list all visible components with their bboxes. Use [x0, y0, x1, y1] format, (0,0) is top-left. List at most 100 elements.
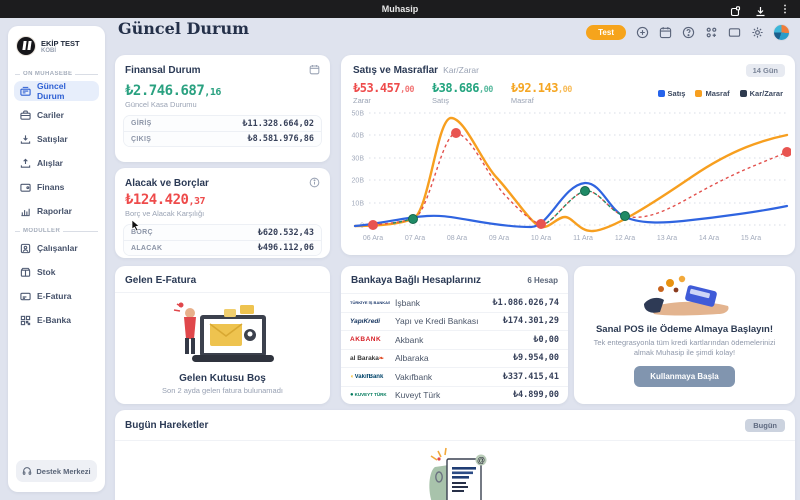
download-icon[interactable] [755, 4, 766, 16]
efatura-title: Gelen E-Fatura [125, 275, 197, 286]
svg-text:08 Ara: 08 Ara [447, 235, 467, 242]
bank-row-kuveytturk[interactable]: KUVEYT TÜRK Kuveyt Türk ₺4.899,00 [341, 385, 568, 405]
stat-zarar: ₺53.457,00 Zarar [353, 81, 414, 105]
svg-text:12 Ara: 12 Ara [615, 235, 635, 242]
svg-text:20B: 20B [352, 178, 365, 185]
calendar-icon[interactable] [658, 26, 672, 40]
bank-row-akbank[interactable]: AKBANK Akbank ₺0,00 [341, 330, 568, 349]
legend-satis[interactable]: Satış [657, 89, 685, 98]
org-logo [16, 36, 36, 56]
bank-row-vakifbank[interactable]: VakıfBank Vakıfbank ₺337.415,41 [341, 367, 568, 386]
card-satis-masraflar: Satış ve Masraflar Kar/Zarar 14 Gün ₺53.… [341, 55, 795, 255]
pos-cta-button[interactable]: Kullanmaya Başla [634, 366, 735, 388]
bank-title: Bankaya Bağlı Hesaplarınız [351, 275, 482, 286]
org-name: EKİP TEST [41, 38, 80, 48]
chart-legend: Satış Masraf Kar/Zarar [657, 81, 783, 98]
pos-title: Sanal POS ile Ödeme Almaya Başlayın! [595, 324, 774, 335]
sidebar-item-alislar[interactable]: Alışlar [14, 153, 99, 173]
qr-grid-icon [20, 315, 31, 325]
sidebar-item-e-banka[interactable]: E-Banka [14, 310, 99, 330]
akbank-logo: AKBANK [350, 336, 382, 344]
kasa-amount: ₺2.746.687,16 [125, 83, 221, 99]
sidebar-item-e-fatura[interactable]: E-Fatura [14, 286, 99, 306]
legend-karzarar[interactable]: Kar/Zarar [739, 89, 783, 98]
card-bugun-hareketler: Bugün Hareketler Bugün @ [115, 410, 795, 500]
legend-masraf[interactable]: Masraf [695, 89, 730, 98]
browser-menu-icon[interactable]: ⋮ [780, 4, 790, 15]
line-chart[interactable]: 0 10B 20B 30B 40B 50B 06 Ara 07 Ara 08 A… [347, 107, 791, 249]
bugun-badge[interactable]: Bugün [745, 419, 785, 432]
bank-row-isbank[interactable]: TÜRKİYE İŞ BANKASI İşbank ₺1.086.026,74 [341, 293, 568, 312]
calendar-small-icon[interactable] [309, 64, 320, 77]
header-controls: Test [586, 24, 790, 41]
sidebar-item-finans[interactable]: Finans [14, 177, 99, 197]
kasa-subtitle: Güncel Kasa Durumu [125, 100, 197, 109]
add-new-icon[interactable] [635, 26, 649, 40]
empty-inbox-illustration [115, 297, 330, 369]
svg-text:15 Ara: 15 Ara [741, 235, 761, 242]
table-row: BORÇ ₺620.532,43 [124, 225, 321, 240]
invoice-card-icon [20, 292, 31, 300]
pos-description: Tek entegrasyonla tüm kredi kartlarından… [593, 338, 776, 358]
bank-count: 6 Hesap [527, 276, 558, 285]
briefcase-icon [20, 110, 31, 120]
svg-text:30B: 30B [352, 156, 365, 163]
table-row: ALACAK ₺496.112,06 [124, 240, 321, 255]
org-switcher[interactable]: EKİP TEST KOBİ [14, 34, 99, 64]
isbank-logo: TÜRKİYE İŞ BANKASI [350, 300, 390, 306]
period-badge[interactable]: 14 Gün [745, 64, 785, 77]
vakifbank-logo: VakıfBank [350, 374, 390, 380]
box-icon [20, 267, 31, 277]
apps-grid-icon[interactable] [704, 26, 718, 40]
sidebar-item-raporlar[interactable]: Raporlar [14, 201, 99, 221]
kasa-table: GİRİŞ ₺11.328.664,02 ÇIKIŞ ₺8.581.976,86 [123, 115, 322, 147]
upload-tray-icon [20, 158, 31, 168]
info-icon[interactable] [309, 177, 320, 190]
svg-text:10 Ara: 10 Ara [531, 235, 551, 242]
settings-gear-icon[interactable] [750, 26, 764, 40]
pos-illustration [574, 274, 795, 320]
table-row: ÇIKIŞ ₺8.581.976,86 [124, 131, 321, 146]
svg-text:10B: 10B [352, 201, 365, 208]
sidebar-item-guncel-durum[interactable]: Güncel Durum [14, 81, 99, 101]
sidebar: EKİP TEST KOBİ ÖN MUHASEBE Güncel Durum … [8, 26, 105, 492]
stat-satis: ₺38.686,00 Satış [431, 81, 493, 105]
card-gelen-efatura: Gelen E-Fatura Gelen Kutusu Boş Son 2 ay… [115, 266, 330, 404]
extensions-icon[interactable] [730, 4, 741, 16]
pos-screen-icon[interactable] [727, 26, 741, 40]
help-icon[interactable] [681, 26, 695, 40]
bugun-illustration: @ [115, 447, 795, 500]
headset-icon [23, 467, 32, 475]
albaraka-logo: al Baraka [350, 355, 390, 362]
sidebar-item-calisanlar[interactable]: Çalışanlar [14, 238, 99, 258]
card-bank-hesaplar: Bankaya Bağlı Hesaplarınız 6 Hesap TÜRKİ… [341, 266, 568, 404]
mouse-cursor [131, 219, 140, 232]
card-sanal-pos: Sanal POS ile Ödeme Almaya Başlayın! Tek… [574, 266, 795, 404]
support-center-button[interactable]: Destek Merkezi [16, 460, 97, 482]
test-mode-badge[interactable]: Test [586, 25, 626, 40]
card-alacak-borclar: Alacak ve Borçlar ₺124.420,37 Borç ve Al… [115, 168, 330, 258]
bank-row-albaraka[interactable]: al Baraka Albaraka ₺9.954,00 [341, 348, 568, 368]
sidebar-section-on-muhasebe: ÖN MUHASEBE [15, 71, 98, 77]
kuveytturk-logo: KUVEYT TÜRK [350, 392, 390, 398]
svg-text:40B: 40B [352, 133, 365, 140]
user-avatar[interactable] [773, 24, 790, 41]
sidebar-item-stok[interactable]: Stok [14, 262, 99, 282]
org-type: KOBİ [41, 47, 56, 54]
svg-text:14 Ara: 14 Ara [699, 235, 719, 242]
sidebar-item-cariler[interactable]: Cariler [14, 105, 99, 125]
bank-row-yapikredi[interactable]: YapıKredi Yapı ve Kredi Bankası ₺174.301… [341, 311, 568, 331]
page-title: Güncel Durum [118, 19, 249, 38]
series-karzarar-line [372, 132, 788, 226]
card-finansal-durum: Finansal Durum ₺2.746.687,16 Güncel Kasa… [115, 55, 330, 162]
sidebar-item-satislar[interactable]: Satışlar [14, 129, 99, 149]
person-badge-icon [20, 243, 31, 253]
alacak-title: Alacak ve Borçlar [125, 178, 209, 189]
window-titlebar: Muhasip ⋮ [0, 0, 800, 18]
bugun-title: Bugün Hareketler [125, 420, 209, 431]
table-row: GİRİŞ ₺11.328.664,02 [124, 116, 321, 131]
window-title: Muhasip [381, 4, 419, 14]
wallet-icon [20, 183, 31, 192]
chart-title: Satış ve Masraflar [353, 65, 439, 76]
finansal-title: Finansal Durum [125, 65, 201, 76]
